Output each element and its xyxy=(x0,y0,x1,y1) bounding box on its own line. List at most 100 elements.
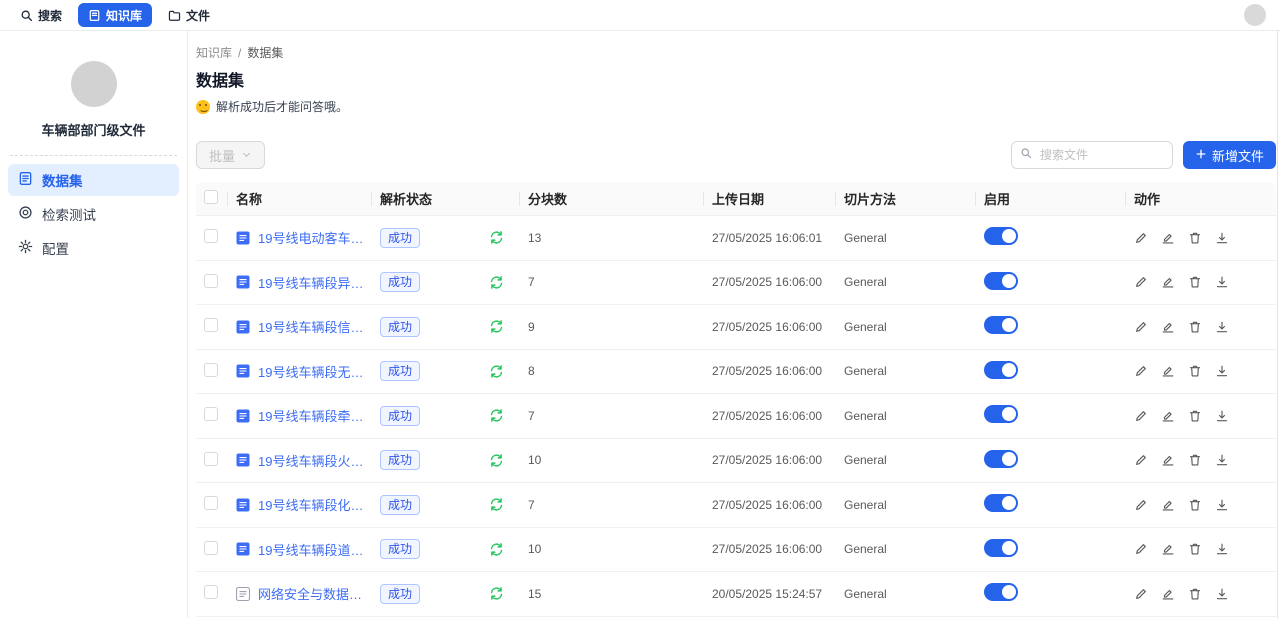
edit-icon[interactable] xyxy=(1161,275,1175,289)
refresh-icon[interactable] xyxy=(489,275,504,290)
row-checkbox[interactable] xyxy=(204,585,218,599)
download-icon[interactable] xyxy=(1215,275,1229,289)
row-checkbox[interactable] xyxy=(204,452,218,466)
refresh-icon[interactable] xyxy=(489,497,504,512)
enable-toggle[interactable] xyxy=(984,405,1018,423)
chevron-down-icon xyxy=(241,148,252,163)
download-icon[interactable] xyxy=(1215,498,1229,512)
edit-icon[interactable] xyxy=(1161,498,1175,512)
download-icon[interactable] xyxy=(1215,587,1229,601)
file-name-link[interactable]: 19号线车辆段化学品存贮... xyxy=(258,495,364,514)
download-icon[interactable] xyxy=(1215,364,1229,378)
enable-toggle[interactable] xyxy=(984,583,1018,601)
table-row: 19号线车辆段无线通信... 成功 8 27/05/2025 16:06:00 … xyxy=(196,350,1276,395)
table-row: 19号线车辆段牵引电力... 成功 7 27/05/2025 16:06:00 … xyxy=(196,394,1276,439)
rename-pencil-icon[interactable] xyxy=(1134,364,1148,378)
rename-pencil-icon[interactable] xyxy=(1134,587,1148,601)
download-icon[interactable] xyxy=(1215,542,1229,556)
sidebar-item-config[interactable]: 配置 xyxy=(8,232,179,264)
rename-pencil-icon[interactable] xyxy=(1134,231,1148,245)
refresh-icon[interactable] xyxy=(489,319,504,334)
enable-toggle[interactable] xyxy=(984,316,1018,334)
enable-toggle[interactable] xyxy=(984,272,1018,290)
download-icon[interactable] xyxy=(1215,453,1229,467)
upload-date: 27/05/2025 16:06:00 xyxy=(704,320,836,334)
row-checkbox[interactable] xyxy=(204,363,218,377)
rename-pencil-icon[interactable] xyxy=(1134,320,1148,334)
file-icon xyxy=(236,320,250,334)
download-icon[interactable] xyxy=(1215,320,1229,334)
download-icon[interactable] xyxy=(1215,231,1229,245)
upload-date: 27/05/2025 16:06:00 xyxy=(704,409,836,423)
row-checkbox[interactable] xyxy=(204,274,218,288)
sidebar-item-dataset[interactable]: 数据集 xyxy=(8,164,179,196)
delete-trash-icon[interactable] xyxy=(1188,231,1202,245)
edit-icon[interactable] xyxy=(1161,587,1175,601)
delete-trash-icon[interactable] xyxy=(1188,498,1202,512)
enable-toggle[interactable] xyxy=(984,227,1018,245)
enable-toggle[interactable] xyxy=(984,539,1018,557)
rename-pencil-icon[interactable] xyxy=(1134,409,1148,423)
row-checkbox[interactable] xyxy=(204,318,218,332)
file-name-link[interactable]: 19号线车辆段信号系统... xyxy=(258,317,364,336)
edit-icon[interactable] xyxy=(1161,231,1175,245)
nav-knowledge-base-button[interactable]: 知识库 xyxy=(78,3,152,27)
file-name-link[interactable]: 网络安全与数据安全事... xyxy=(258,584,364,603)
enable-toggle[interactable] xyxy=(984,494,1018,512)
delete-trash-icon[interactable] xyxy=(1188,275,1202,289)
file-name-link[interactable]: 19号线车辆段道岔故障... xyxy=(258,540,364,559)
row-checkbox[interactable] xyxy=(204,407,218,421)
edit-icon[interactable] xyxy=(1161,364,1175,378)
nav-search-button[interactable]: 搜索 xyxy=(10,3,72,27)
refresh-icon[interactable] xyxy=(489,453,504,468)
toggle-knob xyxy=(1002,363,1016,377)
refresh-icon[interactable] xyxy=(489,586,504,601)
scrollbar[interactable] xyxy=(1277,31,1278,618)
download-icon[interactable] xyxy=(1215,409,1229,423)
user-avatar[interactable] xyxy=(1244,4,1266,26)
file-name-link[interactable]: 19号线电动客车救援起... xyxy=(258,228,364,247)
delete-trash-icon[interactable] xyxy=(1188,409,1202,423)
table-row: 网络安全与数据安全事... 成功 15 20/05/2025 15:24:57 … xyxy=(196,572,1276,617)
edit-icon[interactable] xyxy=(1161,453,1175,467)
enable-toggle[interactable] xyxy=(984,450,1018,468)
delete-trash-icon[interactable] xyxy=(1188,320,1202,334)
bulk-action-button[interactable]: 批量 xyxy=(196,141,265,169)
refresh-icon[interactable] xyxy=(489,408,504,423)
chunk-count: 9 xyxy=(520,320,704,334)
file-list-icon xyxy=(18,171,33,189)
rename-pencil-icon[interactable] xyxy=(1134,542,1148,556)
refresh-icon[interactable] xyxy=(489,364,504,379)
row-checkbox[interactable] xyxy=(204,496,218,510)
rename-pencil-icon[interactable] xyxy=(1134,498,1148,512)
edit-icon[interactable] xyxy=(1161,409,1175,423)
refresh-icon[interactable] xyxy=(489,542,504,557)
delete-trash-icon[interactable] xyxy=(1188,542,1202,556)
refresh-icon[interactable] xyxy=(489,230,504,245)
toolbar-right: 新增文件 xyxy=(1011,141,1276,169)
breadcrumb: 知识库 / 数据集 xyxy=(196,44,1276,61)
nav-files-button[interactable]: 文件 xyxy=(158,3,220,27)
file-name-link[interactable]: 19号线车辆段火灾现场... xyxy=(258,451,364,470)
chunk-count: 10 xyxy=(520,453,704,467)
file-name-link[interactable]: 19号线车辆段无线通信... xyxy=(258,362,364,381)
file-name-link[interactable]: 19号线车辆段牵引电力... xyxy=(258,406,364,425)
file-name-link[interactable]: 19号线车辆段异物侵界... xyxy=(258,273,364,292)
toggle-knob xyxy=(1002,229,1016,243)
sidebar-item-retrieval-test[interactable]: 检索测试 xyxy=(8,198,179,230)
rename-pencil-icon[interactable] xyxy=(1134,453,1148,467)
select-all-checkbox[interactable] xyxy=(204,190,218,204)
delete-trash-icon[interactable] xyxy=(1188,364,1202,378)
edit-icon[interactable] xyxy=(1161,320,1175,334)
breadcrumb-parent[interactable]: 知识库 xyxy=(196,44,232,61)
row-checkbox[interactable] xyxy=(204,229,218,243)
toolbar: 批量 新增文件 xyxy=(196,141,1276,169)
delete-trash-icon[interactable] xyxy=(1188,587,1202,601)
rename-pencil-icon[interactable] xyxy=(1134,275,1148,289)
edit-icon[interactable] xyxy=(1161,542,1175,556)
add-file-button[interactable]: 新增文件 xyxy=(1183,141,1276,169)
delete-trash-icon[interactable] xyxy=(1188,453,1202,467)
enable-toggle[interactable] xyxy=(984,361,1018,379)
row-checkbox[interactable] xyxy=(204,541,218,555)
file-search-input[interactable] xyxy=(1038,147,1164,163)
